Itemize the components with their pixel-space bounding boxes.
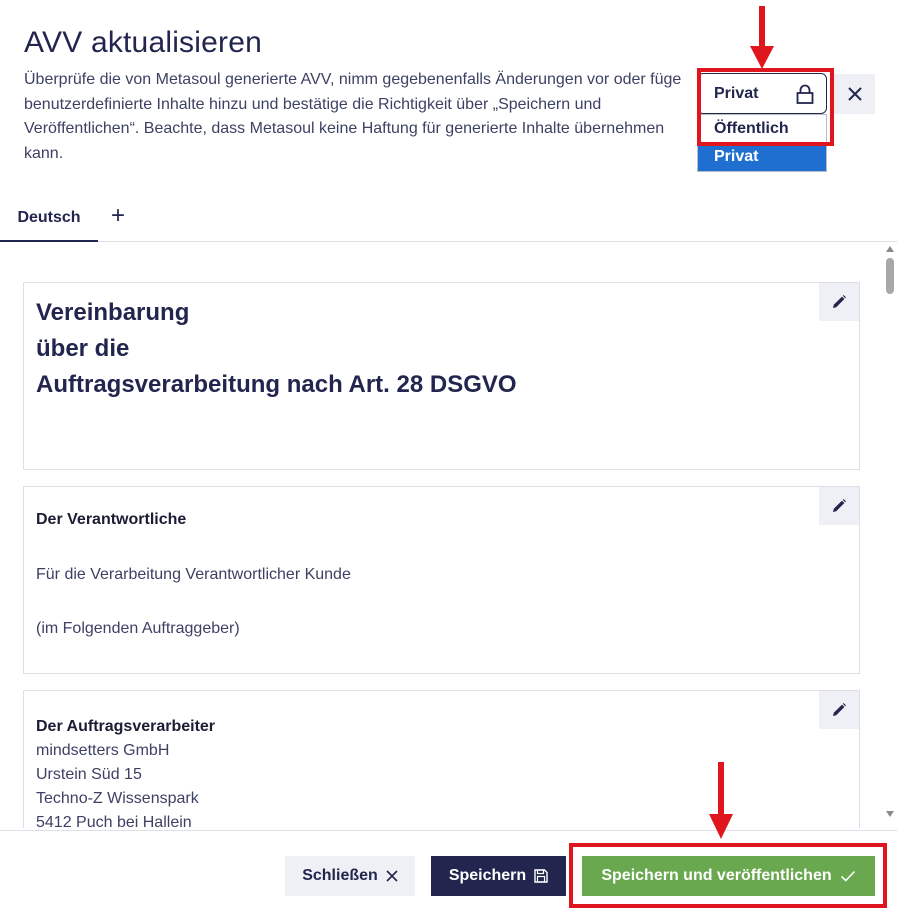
pencil-icon <box>833 499 846 512</box>
section-text: (im Folgenden Auftraggeber) <box>36 620 240 637</box>
scroll-up-arrow[interactable] <box>886 246 894 252</box>
save-button[interactable]: Speichern <box>431 856 566 896</box>
visibility-option-private[interactable]: Privat <box>698 143 826 171</box>
section-card-controller: Der Verantwortliche Für die Verarbeitung… <box>23 486 860 674</box>
pencil-icon <box>833 295 846 308</box>
edit-section-button[interactable] <box>819 487 859 525</box>
close-icon <box>847 87 862 101</box>
section-text: Urstein Süd 15 <box>36 766 142 783</box>
check-icon <box>840 870 855 882</box>
document-title-line: Auftragsverarbeitung nach Art. 28 DSGVO <box>36 371 517 398</box>
visibility-selected-label: Privat <box>714 84 759 102</box>
language-tabs: Deutsch + <box>0 196 897 242</box>
close-button-label: Schließen <box>302 867 378 884</box>
document-content[interactable]: Vereinbarung über die Auftragsverarbeitu… <box>0 243 897 828</box>
visibility-select[interactable]: Privat <box>697 73 827 114</box>
section-card-processor: Der Auftragsverarbeiter mindsetters GmbH… <box>23 690 860 828</box>
annotation-arrow-icon <box>750 6 774 69</box>
visibility-options: Öffentlich Privat <box>697 114 827 172</box>
tab-deutsch[interactable]: Deutsch <box>0 196 98 242</box>
section-heading: Der Auftragsverarbeiter <box>36 718 216 735</box>
floppy-disk-icon <box>534 869 548 883</box>
page-description: Überprüfe die von Metasoul generierte AV… <box>24 71 682 162</box>
edit-section-button[interactable] <box>819 283 859 321</box>
content-scrollbar[interactable] <box>883 243 897 828</box>
document-title-line: Vereinbarung <box>36 299 190 326</box>
section-text: Für die Verarbeitung Verantwortlicher Ku… <box>36 566 351 583</box>
save-and-publish-button[interactable]: Speichern und veröffentlichen <box>582 856 875 896</box>
add-language-button[interactable]: + <box>107 204 129 230</box>
page-title: AVV aktualisieren <box>24 26 262 59</box>
section-text: mindsetters GmbH <box>36 742 170 759</box>
visibility-option-public[interactable]: Öffentlich <box>698 115 826 143</box>
scroll-thumb[interactable] <box>886 258 894 294</box>
save-button-label: Speichern <box>448 867 527 884</box>
lock-icon <box>796 84 814 104</box>
pencil-icon <box>833 703 846 716</box>
close-dialog-button[interactable] <box>834 74 875 114</box>
document-title-line: über die <box>36 335 130 362</box>
scroll-down-arrow[interactable] <box>886 811 894 817</box>
section-text: Techno-Z Wissenspark <box>36 790 199 807</box>
edit-section-button[interactable] <box>819 691 859 729</box>
section-text: 5412 Puch bei Hallein <box>36 814 192 828</box>
close-button[interactable]: Schließen <box>285 856 415 896</box>
section-heading: Der Verantwortliche <box>36 511 187 528</box>
save-and-publish-label: Speichern und veröffentlichen <box>601 867 832 884</box>
section-card-title: Vereinbarung über die Auftragsverarbeitu… <box>23 282 860 470</box>
close-icon <box>386 870 398 882</box>
